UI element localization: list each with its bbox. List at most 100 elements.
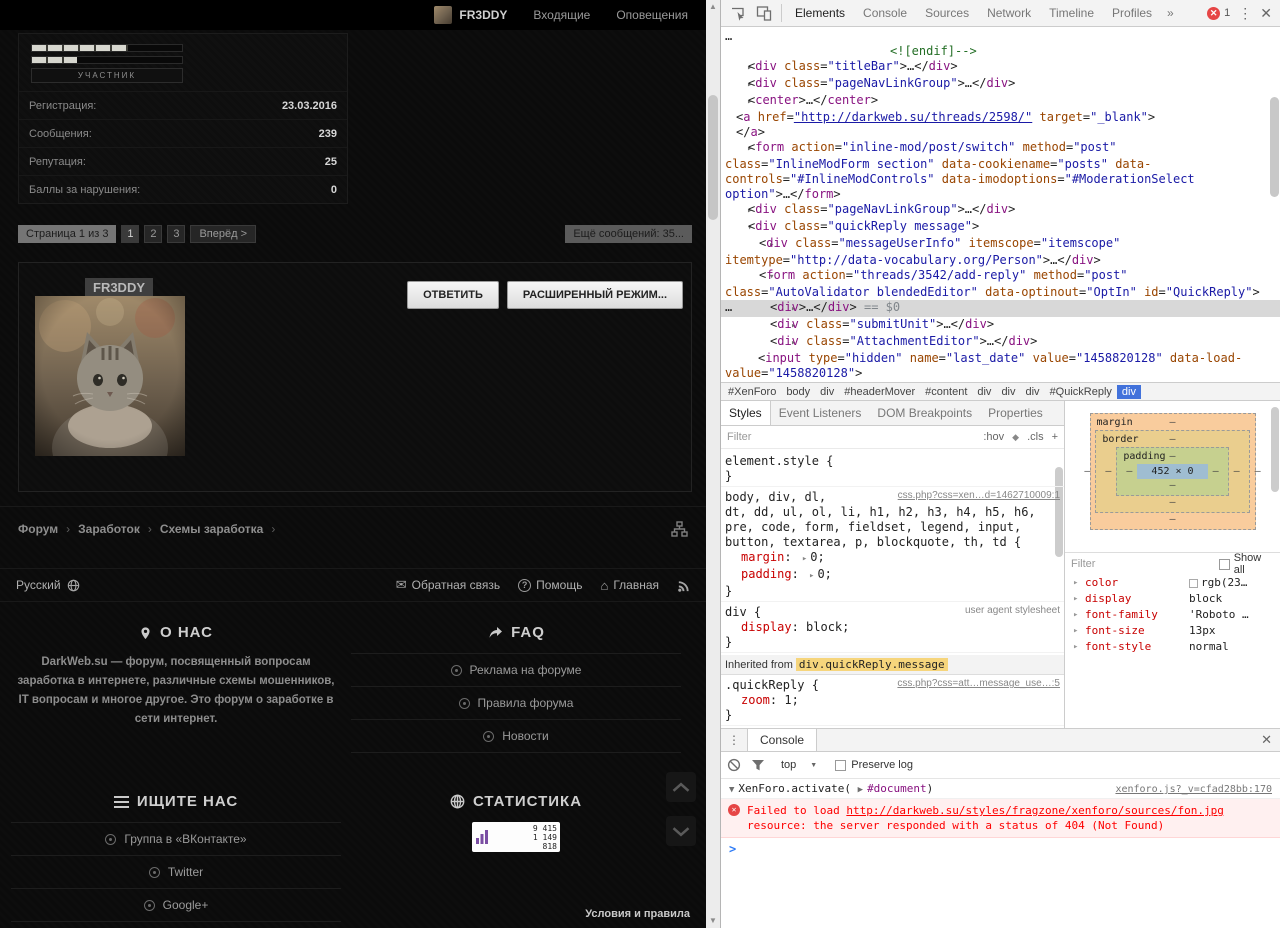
pseudo-state-toggle[interactable]: :hov: [983, 431, 1004, 443]
border-bottom-value[interactable]: –: [1164, 496, 1180, 510]
next-page-button[interactable]: Вперёд >: [190, 225, 256, 243]
expanded-arrow-icon[interactable]: ▾: [747, 270, 774, 285]
preserve-log-toggle[interactable]: Preserve log: [835, 759, 913, 771]
property-expand-icon[interactable]: ▸: [1073, 639, 1085, 655]
element-state-icon[interactable]: ◆: [1012, 432, 1019, 443]
style-rules[interactable]: element.style {} css.php?css=xen…d=146271…: [721, 449, 1064, 728]
home-link[interactable]: ⌂ Главная: [600, 578, 659, 593]
find-us-item[interactable]: Группа в «ВКонтакте»: [11, 823, 341, 856]
dom-node[interactable]: ▸<center>…</center>: [721, 93, 1280, 110]
more-messages-label[interactable]: Ещё сообщений: 35...: [565, 225, 692, 243]
preserve-log-checkbox[interactable]: [835, 759, 847, 771]
border-top-value[interactable]: –: [1164, 433, 1180, 447]
dom-crumb[interactable]: body: [781, 385, 815, 399]
dom-crumb[interactable]: #XenForo: [723, 385, 781, 399]
computed-property-row[interactable]: ▸ font-family 'Roboto …: [1065, 607, 1280, 623]
devtools-tab-network[interactable]: Network: [978, 0, 1040, 26]
styles-tab-event-listeners[interactable]: Event Listeners: [771, 401, 870, 425]
padding-top-value[interactable]: –: [1164, 450, 1180, 464]
margin-left-value[interactable]: –: [1079, 466, 1095, 477]
dom-node[interactable]: <![endif]-->: [721, 44, 1280, 59]
faq-item[interactable]: Новости: [351, 720, 681, 753]
computed-property-row[interactable]: ▸ font-style normal: [1065, 639, 1280, 655]
padding-left-value[interactable]: –: [1121, 466, 1137, 477]
collapsed-arrow-icon[interactable]: ▸: [736, 95, 752, 110]
devtools-tab-timeline[interactable]: Timeline: [1040, 0, 1103, 26]
computed-property-row[interactable]: ▸ display block: [1065, 591, 1280, 607]
styles-tab-properties[interactable]: Properties: [980, 401, 1051, 425]
scrollbar-up-arrow[interactable]: ▲: [706, 0, 720, 14]
devtools-tab-sources[interactable]: Sources: [916, 0, 978, 26]
dom-node[interactable]: ▸<div class="messageUserInfo" itemscope=…: [721, 236, 1280, 268]
dom-crumb[interactable]: #headerMover: [839, 385, 920, 399]
advanced-mode-button[interactable]: РАСШИРЕННЫЙ РЕЖИМ...: [506, 281, 683, 309]
dom-crumb[interactable]: div: [815, 385, 839, 399]
margin-bottom-value[interactable]: –: [1164, 513, 1180, 527]
execution-context-select[interactable]: top ▼: [775, 759, 817, 771]
sidebar-scrollbar-thumb[interactable]: [1271, 407, 1279, 492]
margin-right-value[interactable]: –: [1250, 466, 1266, 477]
error-count-badge[interactable]: ✕ 1: [1207, 6, 1230, 20]
console-error-entry[interactable]: ✕ Failed to load http://darkweb.su/style…: [721, 799, 1280, 838]
property-expand-icon[interactable]: ▸: [1073, 607, 1085, 623]
dom-tree[interactable]: … <![endif]--> ▸<div class="titleBar">…</d…: [721, 27, 1280, 382]
styles-tab-styles[interactable]: Styles: [721, 401, 771, 425]
dom-node[interactable]: ▸<div class="submitUnit">…</div>: [721, 317, 1280, 334]
topbar-user[interactable]: FR3DDY: [434, 6, 507, 24]
devtools-tab-elements[interactable]: Elements: [786, 0, 854, 26]
dom-node[interactable]: ▾<div class="quickReply message">: [721, 219, 1280, 236]
shorthand-expand-icon[interactable]: ▸: [799, 554, 810, 564]
css-rule[interactable]: css.php?css=att…message_use…:5 .quickRepl…: [721, 675, 1064, 726]
padding-bottom-value[interactable]: –: [1164, 479, 1180, 493]
css-declaration[interactable]: display: block;: [725, 620, 1060, 635]
console-close-icon[interactable]: ✕: [1253, 732, 1280, 748]
collapsed-arrow-icon[interactable]: ▸: [736, 61, 752, 76]
language-selector[interactable]: Русский: [16, 578, 80, 592]
expanded-arrow-icon[interactable]: ▾: [736, 221, 752, 236]
collapsed-arrow-icon[interactable]: ▸: [736, 204, 752, 219]
css-declaration[interactable]: margin: ▸ 0;: [725, 550, 1060, 567]
dom-node[interactable]: <input type="hidden" name="last_date" va…: [721, 351, 1280, 381]
error-resource-url[interactable]: http://darkweb.su/styles/fragzone/xenfor…: [846, 804, 1224, 817]
dom-node[interactable]: ▾<form action="threads/3542/add-reply" m…: [721, 268, 1280, 300]
dom-node[interactable]: </a>: [721, 125, 1280, 140]
css-rule[interactable]: css.php?css=xen…d=1462710009:1 body, div,…: [721, 487, 1064, 602]
box-model[interactable]: margin – – border – – padding – – 452 × …: [1065, 401, 1280, 538]
console-source-link[interactable]: xenforo.js?_v=cfad28bb:170: [1115, 784, 1272, 795]
css-declaration[interactable]: zoom: 1;: [725, 693, 1060, 708]
collapsed-arrow-icon[interactable]: ▸: [747, 238, 774, 253]
inspect-element-icon[interactable]: [725, 0, 751, 26]
dom-node[interactable]: ▸<div class="pageNavLinkGroup">…</div>: [721, 76, 1280, 93]
page-button[interactable]: 1: [121, 225, 140, 243]
scroll-down-button[interactable]: [666, 816, 696, 846]
dom-crumb[interactable]: #content: [920, 385, 972, 399]
console-logs[interactable]: ▼ XenForo.activate( ▶ #document) xenforo.j…: [721, 779, 1280, 928]
css-rule[interactable]: element.style {}: [721, 451, 1064, 487]
rss-icon[interactable]: [677, 579, 690, 592]
scroll-up-button[interactable]: [666, 772, 696, 802]
collapsed-arrow-icon[interactable]: ▸: [758, 302, 796, 317]
stylesheet-link[interactable]: css.php?css=att…message_use…:5: [897, 678, 1060, 689]
console-log-entry[interactable]: ▼ XenForo.activate( ▶ #document) xenforo.j…: [721, 779, 1280, 799]
devtools-tab-console[interactable]: Console: [854, 0, 916, 26]
breadcrumb-link[interactable]: Форум: [18, 522, 58, 536]
console-tab[interactable]: Console: [747, 729, 818, 751]
margin-top-value[interactable]: –: [1164, 416, 1180, 430]
console-prompt-chevron[interactable]: >: [721, 838, 1280, 860]
inbox-link[interactable]: Входящие: [533, 8, 590, 22]
quick-reply-username[interactable]: FR3DDY: [85, 278, 154, 297]
inherited-node-link[interactable]: div.quickReply.message: [795, 658, 948, 671]
computed-property-row[interactable]: ▸ color rgb(23…: [1065, 575, 1280, 591]
dom-node[interactable]: ▸<div class="AttachmentEditor">…</div>: [721, 334, 1280, 351]
padding-right-value[interactable]: –: [1208, 466, 1224, 477]
dom-crumb[interactable]: div: [996, 385, 1020, 399]
dom-crumb[interactable]: div: [1116, 384, 1141, 399]
dom-node[interactable]: ▸<div class="titleBar">…</div>: [721, 59, 1280, 76]
feedback-link[interactable]: ✉ Обратная связь: [396, 577, 500, 593]
dom-node[interactable]: <a href="http://darkweb.su/threads/2598/…: [721, 110, 1280, 125]
collapsed-arrow-icon[interactable]: ▸: [736, 78, 752, 93]
reply-button[interactable]: ОТВЕТИТЬ: [407, 281, 499, 309]
dom-node[interactable]: …: [721, 29, 1280, 44]
page-scrollbar[interactable]: ▲ ▼: [706, 0, 720, 928]
computed-property-row[interactable]: ▸ font-size 13px: [1065, 623, 1280, 639]
